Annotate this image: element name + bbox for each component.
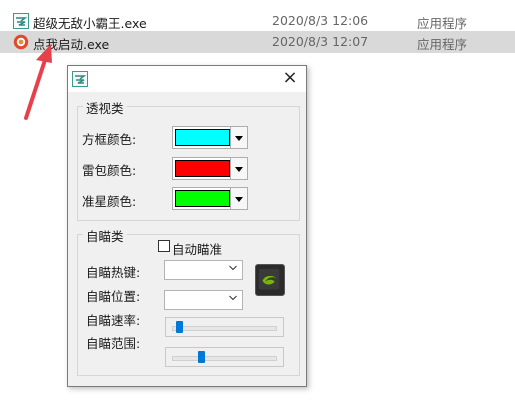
aim-range-label: 自瞄范围:: [86, 336, 141, 351]
box-color-swatch: [175, 129, 230, 146]
annotation-arrow: [24, 44, 52, 120]
hotkey-label: 自瞄热键:: [86, 265, 141, 280]
chevron-down-icon[interactable]: [230, 127, 247, 148]
aim-position-select[interactable]: [164, 290, 243, 310]
aim-range-slider[interactable]: [165, 347, 284, 367]
chevron-down-icon: [229, 295, 237, 301]
slider-thumb[interactable]: [198, 351, 206, 363]
file-type: 应用程序: [417, 37, 468, 52]
nvidia-logo-icon: [255, 264, 285, 296]
chevron-down-icon[interactable]: [230, 188, 247, 209]
aim-speed-slider[interactable]: [165, 317, 284, 337]
app-icon: [72, 71, 88, 87]
dialog-titlebar: ×: [68, 66, 306, 92]
aim-position-label: 自瞄位置:: [86, 289, 141, 304]
mine-color-label: 雷包颜色:: [82, 163, 137, 178]
app-icon: [13, 13, 29, 29]
aimbot-group-title: 自瞄类: [83, 226, 127, 245]
close-button[interactable]: ×: [280, 68, 300, 88]
file-row-selected[interactable]: 点我启动.exe 2020/8/3 12:07 应用程序: [0, 31, 515, 53]
file-type: 应用程序: [417, 16, 468, 31]
file-date: 2020/8/3 12:06: [272, 13, 369, 28]
aim-speed-label: 自瞄速率:: [86, 313, 141, 328]
cheat-dialog: × 透视类 方框颜色: 雷包颜色: 准星颜色: 自瞄类 自动瞄准 自瞄热键: 自…: [67, 65, 307, 387]
mine-color-swatch: [175, 160, 230, 177]
crosshair-color-label: 准星颜色:: [82, 194, 137, 209]
crosshair-color-swatch: [175, 190, 230, 207]
slider-track: [172, 326, 277, 331]
hotkey-select[interactable]: [164, 260, 243, 280]
chevron-down-icon[interactable]: [230, 158, 247, 179]
auto-aim-checkbox[interactable]: [158, 240, 170, 252]
file-date: 2020/8/3 12:07: [272, 34, 369, 49]
mine-color-picker[interactable]: [172, 157, 248, 180]
file-name: 超级无敌小霸王.exe: [33, 16, 147, 31]
slider-thumb[interactable]: [175, 321, 183, 333]
box-color-picker[interactable]: [172, 126, 248, 149]
perspective-group-title: 透视类: [83, 98, 127, 117]
slider-track: [172, 356, 277, 361]
file-row[interactable]: 超级无敌小霸王.exe 2020/8/3 12:06 应用程序: [0, 10, 515, 32]
crosshair-color-picker[interactable]: [172, 187, 248, 210]
auto-aim-label[interactable]: 自动瞄准: [172, 239, 222, 258]
chevron-down-icon: [229, 265, 237, 271]
box-color-label: 方框颜色:: [82, 132, 137, 147]
